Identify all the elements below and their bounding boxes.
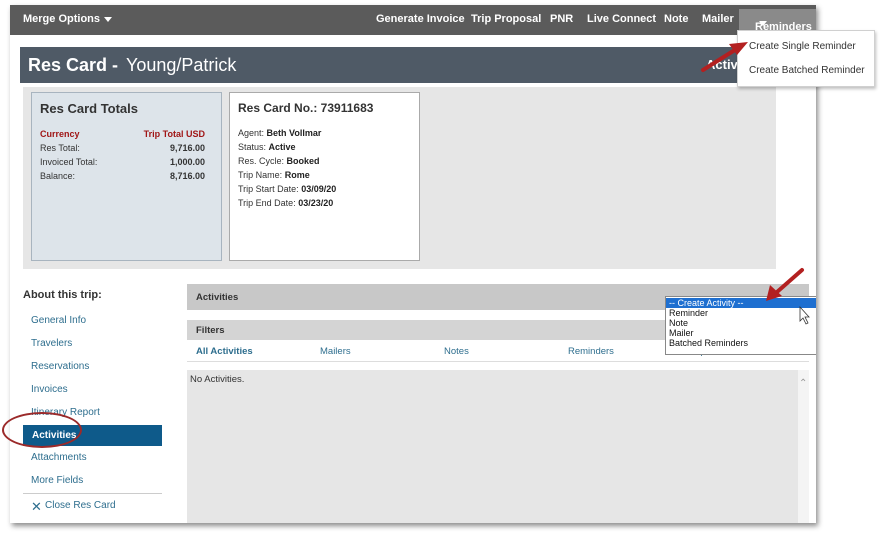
mouse-cursor-icon	[799, 305, 810, 325]
annotation-arrows	[701, 42, 810, 325]
arrow-to-reminders-menu	[701, 42, 748, 72]
arrow-to-create-activity	[766, 268, 804, 301]
